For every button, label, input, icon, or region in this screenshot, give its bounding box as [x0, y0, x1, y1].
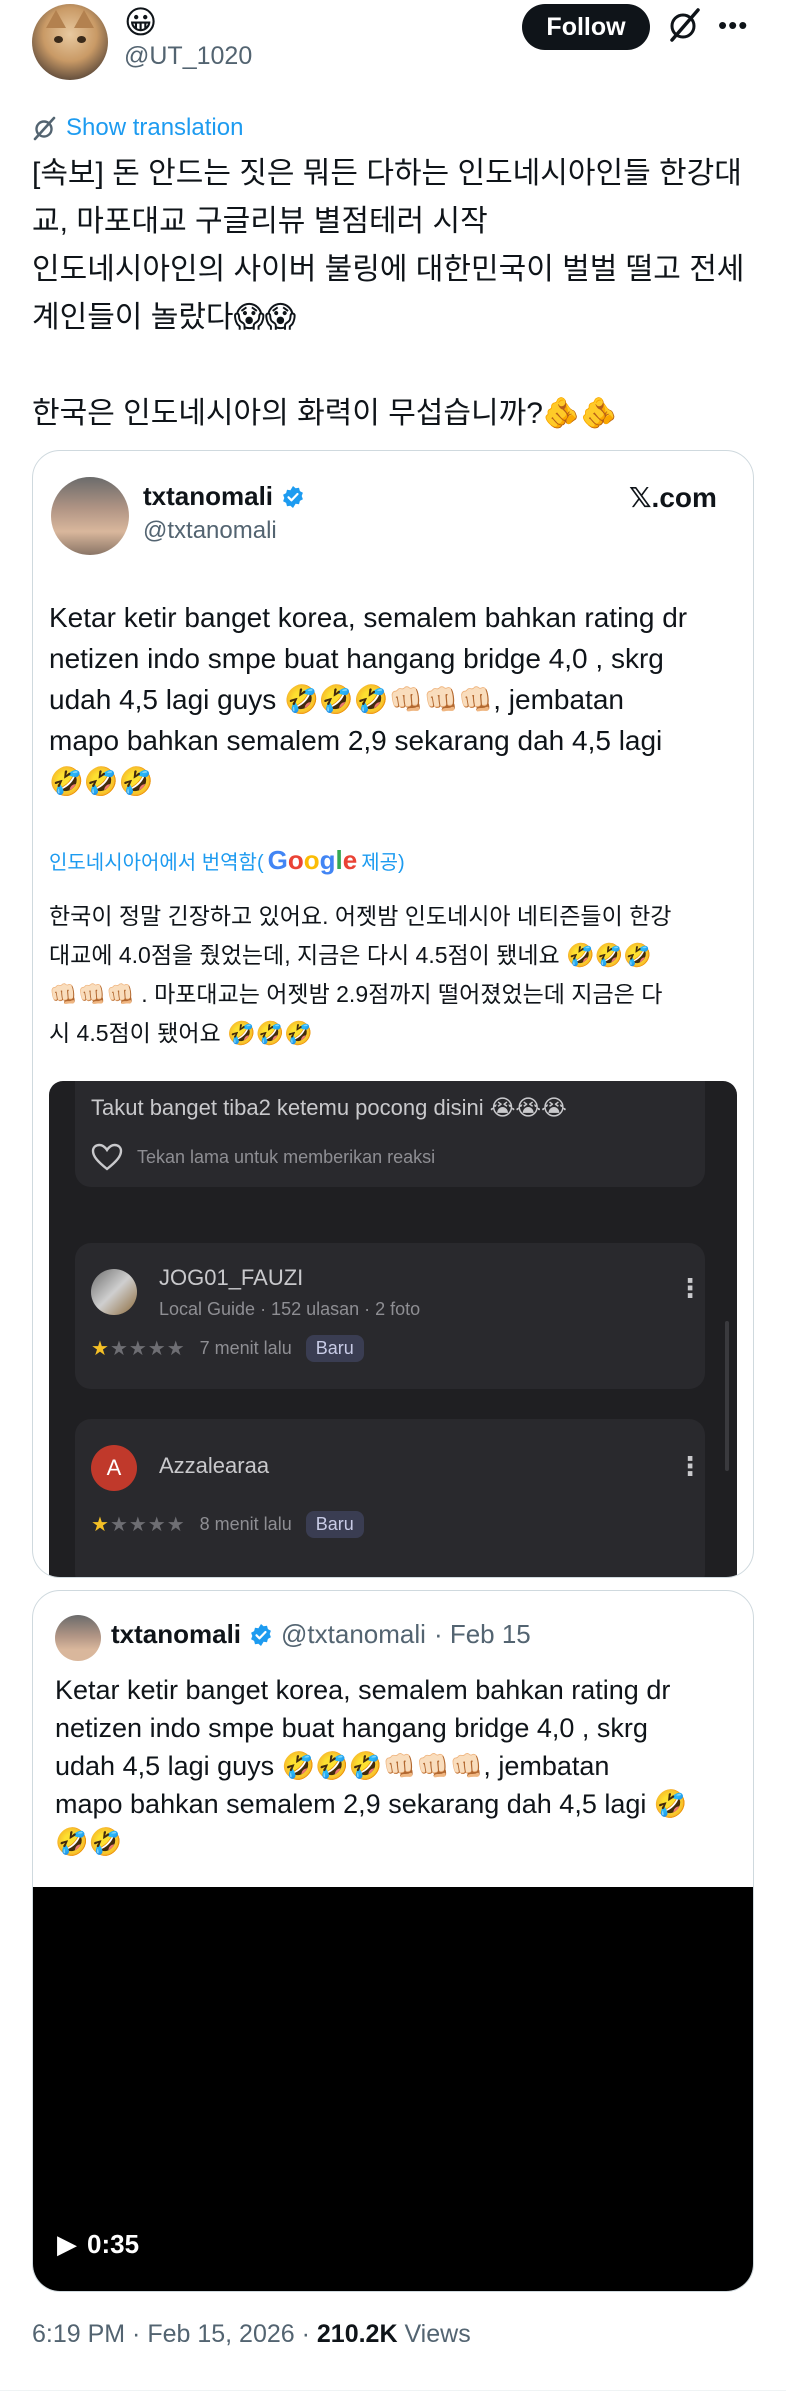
play-icon: ▶ [57, 2229, 77, 2259]
review-item: A Azzalearaa ⋮ ★★★★★ 8 menit lalu Baru [75, 1419, 705, 1577]
author-avatar[interactable] [32, 4, 108, 80]
views-count: 210.2K [316, 2320, 398, 2348]
quote-text: Ketar ketir banget korea, semalem bahkan… [49, 602, 688, 797]
tweet-timestamp[interactable]: 6:19 PM · Feb 15, 2026 · [32, 2320, 317, 2348]
translated-by-prefix: 인도네시아어에서 번역함( [49, 852, 264, 874]
react-hint: Tekan lama untuk memberikan reaksi [137, 1146, 436, 1167]
embedded-screenshot[interactable]: Takut banget tiba2 ketemu pocong disini … [49, 1081, 737, 1577]
star-rating: ★★★★★ [91, 1338, 186, 1360]
quote-avatar[interactable] [51, 477, 129, 555]
heart-icon [91, 1143, 123, 1171]
grok-icon [33, 116, 56, 141]
quote-avatar[interactable] [55, 1615, 101, 1661]
translated-text: 한국이 정말 긴장하고 있어요. 어젯밤 인도네시아 네티즌들이 한강 대교에 … [49, 903, 672, 1046]
translation-attribution: 인도네시아어에서 번역함( Google 제공) [49, 845, 405, 876]
star-rating: ★★★★★ [91, 1514, 186, 1536]
quote-header: txtanomali @txtanomali · Feb 15 [111, 1619, 531, 1650]
verified-badge-icon [283, 485, 303, 508]
quote-author-handle[interactable]: @txtanomali [143, 517, 277, 545]
reviewer-name: JOG01_FAUZI [159, 1265, 304, 1290]
rating-row: ★★★★★ 7 menit lalu Baru [91, 1335, 364, 1362]
show-translation-link[interactable]: Show translation [32, 114, 243, 142]
tweet-text: [속보] 돈 안드는 짓은 뭐든 다하는 인도네시아인들 한강대 교, 마포대교… [32, 157, 745, 430]
quoted-card[interactable]: txtanomali @txtanomali 𝕏.com Ketar ketir… [32, 450, 754, 1578]
quoted-tweet[interactable]: txtanomali @txtanomali · Feb 15 Ketar ke… [32, 1590, 754, 2292]
divider [0, 2390, 786, 2391]
react-row: Tekan lama untuk memberikan reaksi [91, 1143, 435, 1171]
verified-badge-icon [251, 1623, 271, 1646]
quote-author-handle[interactable]: @txtanomali [281, 1619, 426, 1650]
quote-author-name[interactable]: txtanomali [111, 1619, 241, 1650]
reviewer-avatar: A [91, 1445, 137, 1491]
rating-row: ★★★★★ 8 menit lalu Baru [91, 1511, 364, 1538]
review-text: Takut banget tiba2 ketemu pocong disini … [91, 1095, 567, 1120]
follow-button[interactable]: Follow [522, 4, 650, 50]
author-handle[interactable]: @UT_1020 [124, 42, 252, 71]
reviewer-meta: Local Guide · 152 ulasan · 2 foto [159, 1299, 421, 1319]
more-vert-icon: ⋮ [677, 1273, 703, 1303]
review-item: JOG01_FAUZI Local Guide · 152 ulasan · 2… [75, 1243, 705, 1389]
quote-text: Ketar ketir banget korea, semalem bahkan… [55, 1675, 688, 1857]
review-time: 8 menit lalu [199, 1514, 292, 1534]
video-play-control[interactable]: ▶ 0:35 [57, 2229, 139, 2260]
translated-by-suffix: 제공) [361, 852, 405, 874]
quote-author[interactable]: txtanomali [143, 481, 305, 512]
google-logo: Google [267, 845, 358, 875]
review-time: 7 menit lalu [199, 1338, 292, 1358]
quote-date[interactable]: · Feb 15 [434, 1619, 531, 1650]
tweet-meta: 6:19 PM · Feb 15, 2026 · 210.2K Views [32, 2320, 471, 2349]
new-badge: Baru [305, 1335, 364, 1362]
more-options-button[interactable]: ••• [718, 10, 748, 41]
video-duration: 0:35 [87, 2229, 140, 2259]
new-badge: Baru [305, 1511, 364, 1538]
more-vert-icon: ⋮ [677, 1451, 703, 1481]
review-panel: Takut banget tiba2 ketemu pocong disini … [75, 1081, 705, 1187]
show-translation-label: Show translation [66, 114, 244, 141]
quote-author-name: txtanomali [143, 481, 274, 511]
reviewer-avatar [91, 1269, 137, 1315]
author-display-name[interactable]: 😀 [124, 2, 157, 42]
views-label: Views [397, 2320, 471, 2348]
grok-icon[interactable] [666, 6, 704, 44]
source-domain[interactable]: 𝕏.com [629, 481, 717, 514]
scrollbar [725, 1321, 729, 1471]
reviewer-name: Azzalearaa [159, 1453, 270, 1478]
video-player[interactable]: ▶ 0:35 [33, 1887, 753, 2291]
